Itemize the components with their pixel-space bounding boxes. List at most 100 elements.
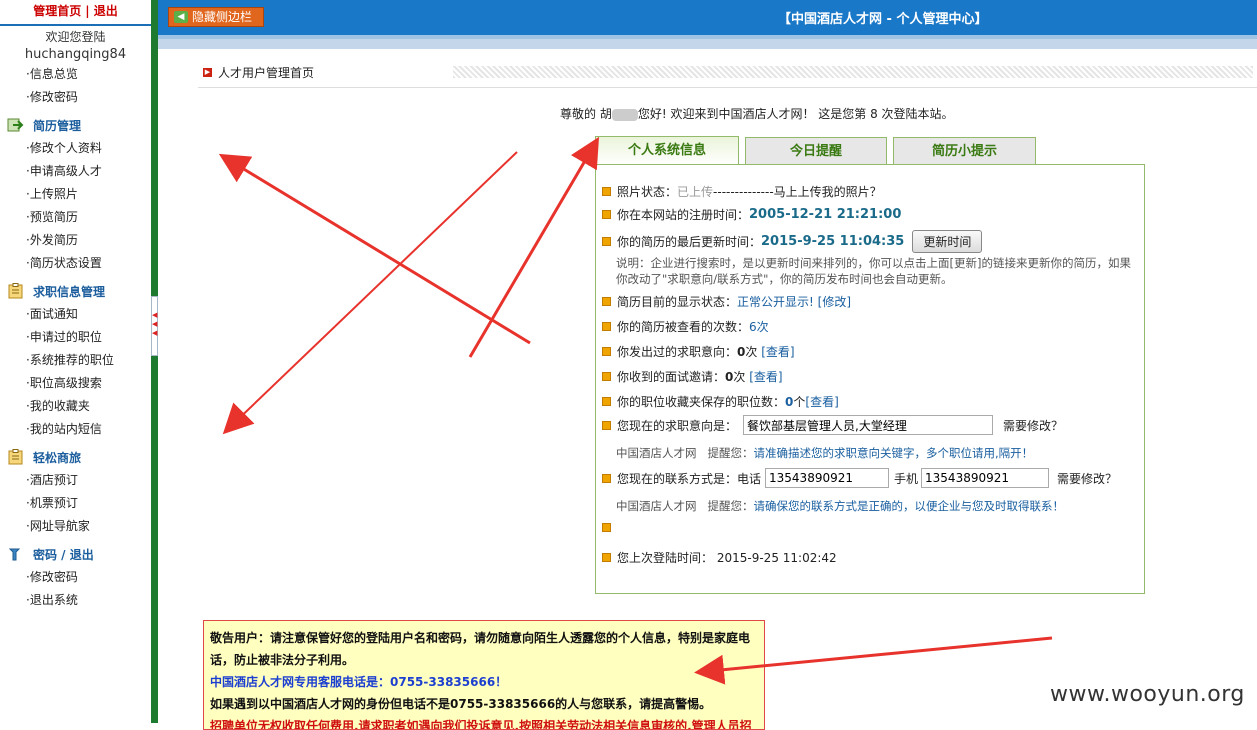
sidebar-item-applied-jobs[interactable]: ·申请过的职位 [0, 326, 151, 349]
sidebar-item-advanced-search[interactable]: ·职位高级搜索 [0, 372, 151, 395]
sidebar-item-messages[interactable]: ·我的站内短信 [0, 418, 151, 441]
bullet-icon [602, 237, 611, 246]
admin-home-link[interactable]: 管理首页 [33, 4, 81, 18]
system-info-panel: 照片状态： 已上传 -------------- 马上上传我的照片？ 你在本网站的… [595, 164, 1145, 594]
hint-site-name: 中国酒店人才网 [616, 446, 697, 460]
sidebar-item-nav[interactable]: ·网址导航家 [0, 515, 151, 538]
sidebar-item-interview[interactable]: ·面试通知 [0, 303, 151, 326]
hide-sidebar-button[interactable]: ◀ 隐藏侧边栏 [168, 7, 264, 27]
sidebar-item-preview-resume[interactable]: ·预览简历 [0, 206, 151, 229]
warning-line-2: 话，防止被非法分子利用。 [210, 653, 355, 667]
mobile-label: 手机 [894, 471, 919, 486]
mobile-input[interactable] [921, 468, 1050, 488]
top-header: ◀ 隐藏侧边栏 【中国酒店人才网 - 个人管理中心】 [158, 0, 1257, 39]
sidebar-item-recommended[interactable]: ·系统推荐的职位 [0, 349, 151, 372]
tab-resume-tips[interactable]: 简历小提示 [893, 137, 1036, 164]
last-login-label: 您上次登陆时间： [617, 551, 714, 565]
section-password: 密码 / 退出 [0, 542, 151, 566]
hint-remind-label: 提醒您： [707, 446, 754, 460]
interview-invite-count: 0 [725, 369, 734, 384]
hint-site-name: 中国酒店人才网 [616, 499, 697, 513]
heading-divider [198, 87, 1257, 88]
sent-intent-unit: 次 [745, 345, 758, 359]
view-favorites-link[interactable]: [查看] [805, 393, 838, 410]
update-note: 说明：企业进行搜索时，是以更新时间来排列的，你可以点击上面[更新]的链接来更新你… [616, 256, 1131, 286]
bullet-icon [602, 473, 611, 483]
photo-dashes: -------------- [713, 184, 774, 199]
upload-photo-link[interactable]: 马上上传我的照片？ [774, 183, 882, 200]
modify-status-link[interactable]: [修改] [818, 293, 851, 310]
bullet-icon [602, 420, 611, 430]
display-status-label: 简历目前的显示状态： [617, 295, 738, 309]
need-modify-label: 需要修改？ [1003, 418, 1064, 433]
collapse-handle[interactable]: ◀ ◀ ◀ [151, 296, 158, 356]
update-time-value: 2015-9-25 11:04:35 [761, 234, 905, 249]
sidebar: 管理首页 | 退出 欢迎您登陆 huchangqing84 ·信息总览 ·修改密码 … [0, 0, 152, 723]
sidebar-item-resume-status[interactable]: ·简历状态设置 [0, 252, 151, 275]
sidebar-item-flight[interactable]: ·机票预订 [0, 492, 151, 515]
intent-hint: 中国酒店人才网 提醒您：请准确描述您的求职意向关键字，多个职位请用,隔开！ [616, 445, 1033, 461]
section-resume-title: 简历管理 [33, 118, 82, 133]
greeting-pre: 尊敬的 胡 [560, 107, 612, 121]
view-sent-link[interactable]: [查看] [761, 343, 794, 360]
section-password-title: 密码 / 退出 [33, 547, 94, 562]
green-bar-lower [151, 356, 158, 723]
welcome-block: 欢迎您登陆 huchangqing84 [0, 29, 151, 63]
sent-intent-count: 0 [737, 344, 746, 359]
contact-label: 您现在的联系方式是：电话 [617, 471, 762, 486]
sidebar-item-password[interactable]: ·修改密码 [0, 566, 151, 589]
sidebar-item-apply-senior[interactable]: ·申请高级人才 [0, 160, 151, 183]
view-invites-link[interactable]: [查看] [749, 368, 782, 385]
favorites-unit: 个 [793, 395, 806, 409]
sidebar-item-exit[interactable]: ·退出系统 [0, 589, 151, 612]
redacted-name [611, 108, 638, 121]
bullet-icon [602, 553, 611, 562]
page-heading: ▶ 人才用户管理首页 [203, 64, 314, 81]
last-login-value: 2015-9-25 11:02:42 [716, 550, 837, 565]
clipboard-icon [7, 283, 25, 299]
display-status-row: 简历目前的显示状态： 正常公开显示! [修改] [602, 293, 851, 310]
sidebar-item-overview[interactable]: ·信息总览 [0, 63, 151, 86]
sidebar-item-send-resume[interactable]: ·外发简历 [0, 229, 151, 252]
warning-line-1: 敬告用户：请注意保管好您的登陆用户名和密码，请勿随意向陌生人透露您的个人信息，特… [210, 631, 751, 645]
main-content: ▶ 人才用户管理首页 尊敬的 胡 您好! 欢迎来到中国酒店人才网！ 这是您第 8 … [158, 49, 1257, 730]
bullet-icon [602, 322, 611, 331]
job-intent-row: 您现在的求职意向是： 需要修改？ [602, 415, 1063, 435]
photo-status-value: 已上传 [677, 185, 714, 199]
sidebar-item-favorites[interactable]: ·我的收藏夹 [0, 395, 151, 418]
warning-hotline: 中国酒店人才网专用客服电话是：0755-33835666！ [210, 675, 508, 689]
register-time-label: 你在本网站的注册时间： [617, 208, 750, 222]
greeting: 尊敬的 胡 您好! 欢迎来到中国酒店人才网！ 这是您第 8 次登陆本站。 [560, 105, 954, 122]
header-title: 【中国酒店人才网 - 个人管理中心】 [778, 12, 988, 27]
contact-hint: 中国酒店人才网 提醒您：请确保您的联系方式是正确的，以便企业与您及时取得联系！ [616, 498, 1064, 514]
phone-input[interactable] [765, 468, 890, 488]
wrench-icon [7, 546, 25, 562]
tab-today-reminders[interactable]: 今日提醒 [745, 137, 887, 164]
update-time-button[interactable]: 更新时间 [912, 230, 983, 253]
page-title: 人才用户管理首页 [218, 66, 315, 80]
interview-invite-label: 你收到的面试邀请： [617, 370, 726, 384]
green-bar [151, 0, 158, 296]
sidebar-item-upload-photo[interactable]: ·上传照片 [0, 183, 151, 206]
logout-link[interactable]: 退出 [94, 4, 118, 18]
section-resume: 简历管理 [0, 113, 151, 137]
bullet-icon [602, 187, 611, 196]
contact-hint-text: 请确保您的联系方式是正确的，以便企业与您及时取得联系！ [753, 499, 1064, 513]
update-time-label: 你的简历的最后更新时间： [617, 235, 762, 249]
job-intent-input[interactable] [743, 415, 994, 435]
register-time-value: 2005-12-21 21:21:00 [749, 207, 902, 222]
bullet-icon [602, 397, 611, 406]
contact-row: 您现在的联系方式是：电话 手机 需要修改？ [602, 468, 1117, 488]
empty-row [602, 523, 617, 532]
favorites-count: 0 [785, 394, 794, 409]
back-arrow-icon: ◀ [174, 11, 188, 23]
bullet-icon [602, 297, 611, 306]
sidebar-item-hotel[interactable]: ·酒店预订 [0, 469, 151, 492]
sidebar-item-change-password[interactable]: ·修改密码 [0, 86, 151, 109]
section-travel: 轻松商旅 [0, 445, 151, 469]
section-job-info: 求职信息管理 [0, 279, 151, 303]
tab-system-info[interactable]: 个人系统信息 [595, 136, 739, 165]
warning-line-4: 如果遇到以中国酒店人才网的身份但电话不是0755-33835666的人与您联系，… [210, 697, 712, 711]
bullet-icon [602, 210, 611, 219]
sidebar-item-edit-profile[interactable]: ·修改个人资料 [0, 137, 151, 160]
